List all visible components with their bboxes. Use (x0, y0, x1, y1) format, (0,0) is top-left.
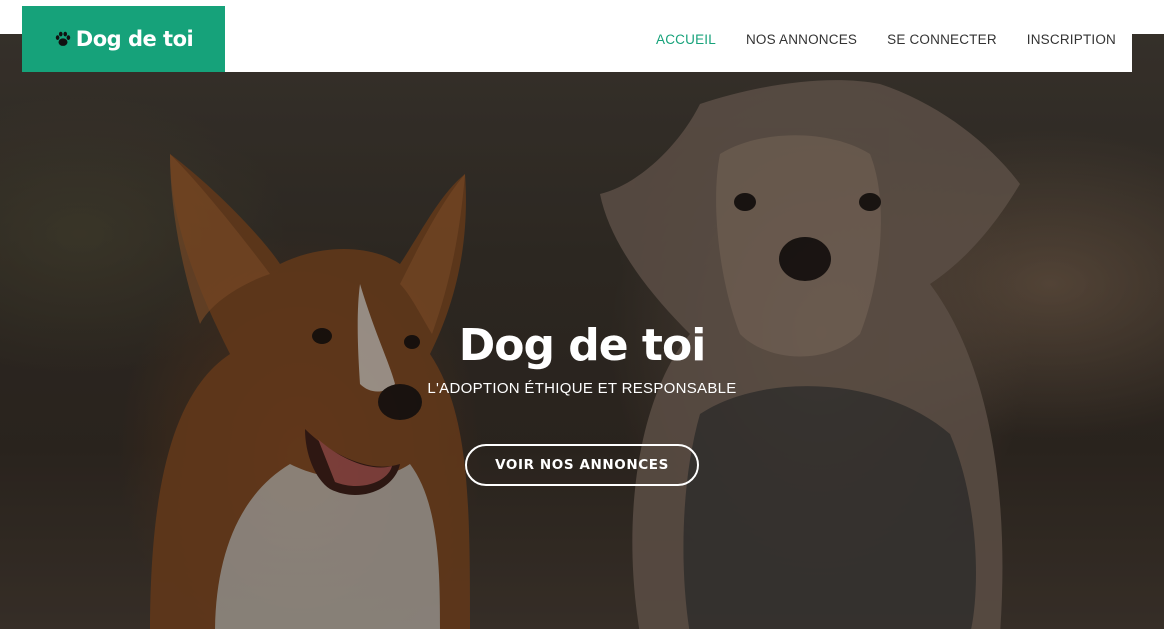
nav-link-accueil[interactable]: ACCUEIL (656, 32, 716, 47)
hero-title: Dog de toi (458, 320, 707, 371)
main-nav: ACCUEIL NOS ANNONCES SE CONNECTER INSCRI… (656, 6, 1116, 72)
hero-content: Dog de toi L'ADOPTION ÉTHIQUE ET RESPONS… (0, 318, 1164, 486)
logo-text: Dog de toi (75, 27, 194, 51)
nav-link-se-connecter[interactable]: SE CONNECTER (887, 32, 997, 47)
site-header: Dog de toi ACCUEIL NOS ANNONCES SE CONNE… (22, 6, 1132, 72)
nav-link-inscription[interactable]: INSCRIPTION (1027, 32, 1116, 47)
logo-link[interactable]: Dog de toi (22, 6, 225, 72)
view-listings-button[interactable]: VOIR NOS ANNONCES (465, 444, 699, 486)
nav-link-nos-annonces[interactable]: NOS ANNONCES (746, 32, 857, 47)
hero-subtitle: L'ADOPTION ÉTHIQUE ET RESPONSABLE (427, 380, 737, 397)
paw-icon (54, 30, 72, 48)
page: Dog de toi ACCUEIL NOS ANNONCES SE CONNE… (0, 0, 1164, 629)
